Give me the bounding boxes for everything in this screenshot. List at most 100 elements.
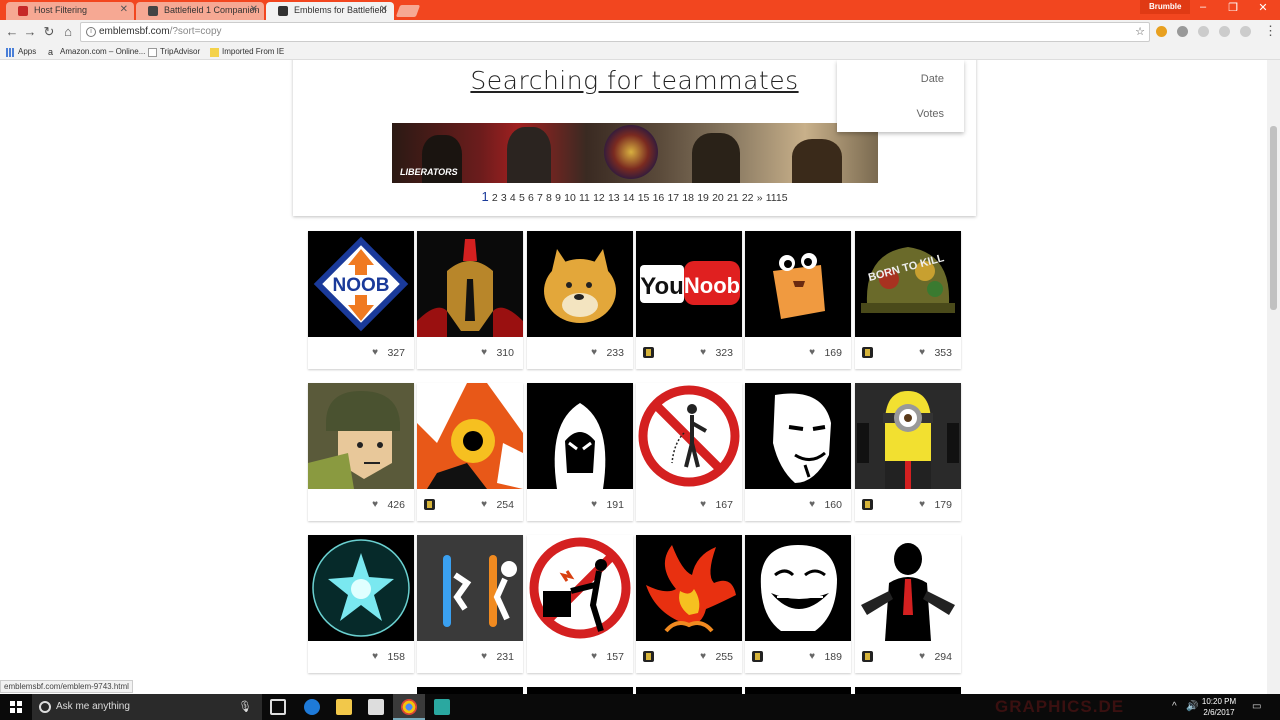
emblem-card-partial[interactable] bbox=[417, 687, 523, 694]
emblem-card-partial[interactable] bbox=[527, 687, 633, 694]
emblem-card[interactable]: ♥ 254 bbox=[417, 383, 523, 521]
emblem-image[interactable]: You Noob bbox=[636, 231, 742, 337]
sort-date-option[interactable]: Date bbox=[921, 73, 944, 85]
minimize-icon[interactable]: – bbox=[1188, 1, 1218, 13]
pagination-link[interactable]: 2 bbox=[492, 192, 498, 204]
emblem-card[interactable]: ♥ 160 bbox=[745, 383, 851, 521]
reload-icon[interactable]: ↻ bbox=[41, 24, 57, 40]
heart-icon[interactable]: ♥ bbox=[372, 651, 378, 662]
emblem-card-partial[interactable] bbox=[636, 687, 742, 694]
bookmark-star-icon[interactable]: ☆ bbox=[1135, 23, 1145, 41]
sort-votes-option[interactable]: Votes bbox=[916, 108, 944, 120]
emblem-card[interactable]: ♥ 426 bbox=[308, 383, 414, 521]
heart-icon[interactable]: ♥ bbox=[919, 347, 925, 358]
forward-icon[interactable]: → bbox=[22, 24, 38, 40]
emblem-image[interactable] bbox=[417, 383, 523, 489]
microphone-icon[interactable]: 🎙 bbox=[238, 694, 252, 720]
heart-icon[interactable]: ♥ bbox=[591, 347, 597, 358]
app-icon[interactable] bbox=[434, 699, 450, 715]
pagination-link[interactable]: 9 bbox=[555, 192, 561, 204]
clock[interactable]: 10:20 PM 2/6/2017 bbox=[1196, 696, 1242, 718]
back-icon[interactable]: ← bbox=[4, 24, 20, 40]
emblem-image[interactable] bbox=[527, 383, 633, 489]
window-close-icon[interactable]: ✕ bbox=[1248, 1, 1278, 14]
extension-icon[interactable] bbox=[1156, 26, 1167, 37]
emblem-image[interactable] bbox=[745, 383, 851, 489]
tab-emblems[interactable]: Emblems for Battlefield ✕ bbox=[266, 2, 394, 20]
windows-start-icon[interactable] bbox=[10, 701, 22, 713]
emblem-card[interactable]: ♥ 179 bbox=[855, 383, 961, 521]
extension-icon[interactable] bbox=[1240, 26, 1251, 37]
emblem-card[interactable]: ♥ 189 bbox=[745, 535, 851, 673]
pagination-link[interactable]: 4 bbox=[510, 192, 516, 204]
emblem-image[interactable]: BORN TO KILL bbox=[855, 231, 961, 337]
bookmark-tripadvisor[interactable]: TripAdvisor bbox=[148, 46, 200, 58]
heart-icon[interactable]: ♥ bbox=[700, 499, 706, 510]
pagination-link[interactable]: 22 bbox=[742, 192, 754, 204]
tab-host-filtering[interactable]: Host Filtering ✕ bbox=[6, 2, 134, 20]
heart-icon[interactable]: ♥ bbox=[919, 499, 925, 510]
address-bar[interactable]: i emblemsbf.com/?sort=copy ☆ bbox=[80, 22, 1150, 42]
heart-icon[interactable]: ♥ bbox=[919, 651, 925, 662]
emblem-image[interactable] bbox=[417, 535, 523, 641]
emblem-image[interactable] bbox=[636, 383, 742, 489]
pagination-link[interactable]: 5 bbox=[519, 192, 525, 204]
pagination-link[interactable]: 18 bbox=[682, 192, 694, 204]
emblem-card[interactable]: ♥ 158 bbox=[308, 535, 414, 673]
emblem-card[interactable]: ♥ 233 bbox=[527, 231, 633, 369]
emblem-card[interactable]: ♥ 255 bbox=[636, 535, 742, 673]
pagination-link[interactable]: » bbox=[757, 192, 763, 204]
emblem-image[interactable]: NOOB bbox=[308, 231, 414, 337]
chrome-icon[interactable] bbox=[401, 699, 417, 715]
pagination-current-page[interactable]: 1 bbox=[481, 189, 488, 204]
extension-icon[interactable] bbox=[1198, 26, 1209, 37]
extension-icon[interactable] bbox=[1177, 26, 1188, 37]
heart-icon[interactable]: ♥ bbox=[809, 347, 815, 358]
heart-icon[interactable]: ♥ bbox=[591, 651, 597, 662]
pagination-link[interactable]: 13 bbox=[608, 192, 620, 204]
emblem-image[interactable] bbox=[527, 231, 633, 337]
emblem-card-partial[interactable] bbox=[855, 687, 961, 694]
emblem-image[interactable] bbox=[745, 535, 851, 641]
emblem-card-partial[interactable] bbox=[745, 687, 851, 694]
emblem-card[interactable]: ♥ 294 bbox=[855, 535, 961, 673]
emblem-image[interactable] bbox=[636, 535, 742, 641]
profile-button[interactable]: Brumble bbox=[1140, 0, 1191, 14]
pagination-link[interactable]: 16 bbox=[653, 192, 665, 204]
heart-icon[interactable]: ♥ bbox=[700, 651, 706, 662]
heart-icon[interactable]: ♥ bbox=[372, 499, 378, 510]
scrollbar[interactable] bbox=[1267, 60, 1280, 694]
notification-icon[interactable]: ▭ bbox=[1252, 701, 1261, 712]
tab-battlefield-companion[interactable]: Battlefield 1 Companion ✕ bbox=[136, 2, 264, 20]
pagination-link[interactable]: 21 bbox=[727, 192, 739, 204]
bookmark-apps[interactable]: Apps bbox=[6, 46, 36, 58]
heart-icon[interactable]: ♥ bbox=[809, 499, 815, 510]
emblem-image[interactable] bbox=[308, 535, 414, 641]
menu-icon[interactable]: ⋮ bbox=[1264, 23, 1277, 39]
heart-icon[interactable]: ♥ bbox=[809, 651, 815, 662]
emblem-image[interactable] bbox=[855, 535, 961, 641]
emblem-card[interactable]: BORN TO KILL ♥ 353 bbox=[855, 231, 961, 369]
emblem-card[interactable]: ♥ 169 bbox=[745, 231, 851, 369]
close-icon[interactable]: ✕ bbox=[250, 2, 258, 18]
heart-icon[interactable]: ♥ bbox=[481, 499, 487, 510]
cortana-search[interactable]: Ask me anything 🎙 bbox=[32, 694, 262, 720]
banner-image[interactable]: LIBERATORS bbox=[392, 123, 878, 183]
edge-icon[interactable] bbox=[304, 699, 320, 715]
heart-icon[interactable]: ♥ bbox=[591, 499, 597, 510]
pagination-link[interactable]: 15 bbox=[638, 192, 650, 204]
pagination-link[interactable]: 7 bbox=[537, 192, 543, 204]
pagination-link[interactable]: 6 bbox=[528, 192, 534, 204]
pagination-link[interactable]: 11 bbox=[579, 192, 590, 204]
emblem-card[interactable]: You Noob ♥ 323 bbox=[636, 231, 742, 369]
info-icon[interactable]: i bbox=[86, 27, 96, 37]
emblem-card[interactable]: ♥ 191 bbox=[527, 383, 633, 521]
emblem-image[interactable] bbox=[417, 231, 523, 337]
store-icon[interactable] bbox=[368, 699, 384, 715]
home-icon[interactable]: ⌂ bbox=[60, 24, 76, 40]
pagination-link[interactable]: 14 bbox=[623, 192, 635, 204]
close-icon[interactable]: ✕ bbox=[120, 2, 128, 18]
pagination-link[interactable]: 8 bbox=[546, 192, 552, 204]
heart-icon[interactable]: ♥ bbox=[481, 651, 487, 662]
pagination-link[interactable]: 12 bbox=[593, 192, 605, 204]
